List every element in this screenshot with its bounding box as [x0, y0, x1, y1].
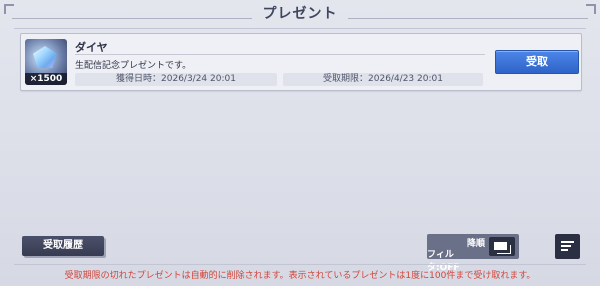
receive-button[interactable]: 受取	[495, 50, 579, 74]
item-name: ダイヤ	[75, 41, 108, 54]
title-bar: プレゼント	[0, 0, 600, 28]
receive-history-button[interactable]: 受取履歴	[22, 236, 104, 256]
item-divider	[75, 54, 485, 55]
filter-icon[interactable]	[489, 237, 515, 256]
item-description: 生配信記念プレゼントです。	[75, 61, 192, 71]
sort-icon[interactable]	[555, 234, 580, 259]
present-list-item: ×1500 ダイヤ 生配信記念プレゼントです。 獲得日時：2026/3/24 2…	[20, 33, 582, 91]
acquired-date: 獲得日時：2026/3/24 20:01	[75, 73, 277, 86]
sort-bar-3	[561, 249, 568, 251]
present-box-window: プレゼント ×1500 ダイヤ 生配信記念プレゼントです。 獲得日時：2026/…	[0, 0, 600, 286]
expiry-notice: 受取期限の切れたプレゼントは自動的に削除されます。表示されているプレゼントは1度…	[64, 271, 536, 281]
item-quantity: ×1500	[25, 73, 67, 85]
filter-icon-back	[497, 245, 511, 254]
diamond-gem-icon: ×1500	[25, 39, 67, 85]
title-divider-right	[348, 18, 588, 19]
sort-bar-1	[561, 241, 574, 243]
present-list: ×1500 ダイヤ 生配信記念プレゼントです。 獲得日時：2026/3/24 2…	[14, 28, 586, 255]
page-title: プレゼント	[262, 6, 338, 22]
footer-divider	[14, 264, 586, 265]
expiry-date: 受取期限：2026/4/23 20:01	[283, 73, 483, 86]
gem-shape	[33, 46, 57, 68]
sort-filter-panel: 降順 フィルタ:OFF	[427, 234, 519, 273]
sort-bar-2	[561, 245, 571, 247]
